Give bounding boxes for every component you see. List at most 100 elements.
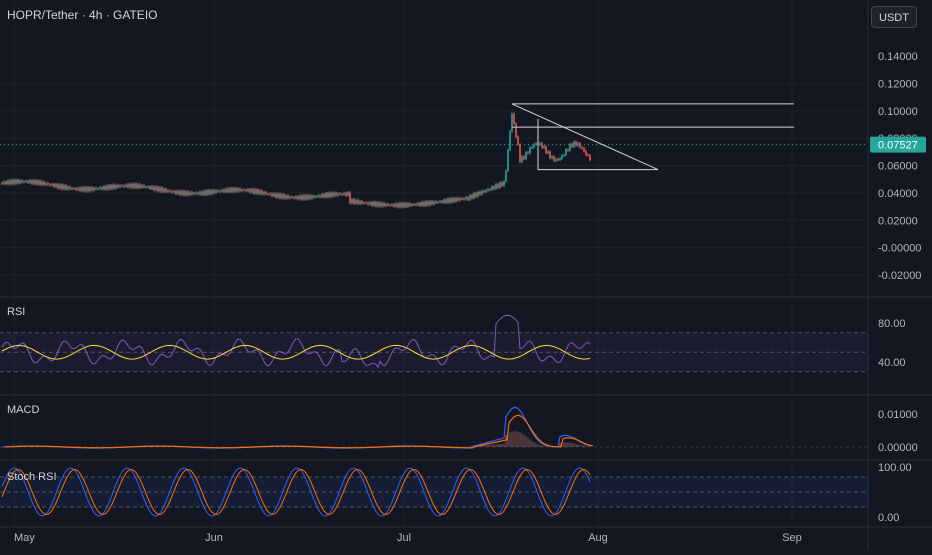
- candle-body: [233, 187, 235, 192]
- candle-body: [451, 198, 453, 203]
- candle-body: [413, 204, 415, 206]
- candle-body: [303, 195, 305, 200]
- chart-canvas[interactable]: MayJunJulAugSep0.140000.120000.100000.08…: [0, 0, 932, 550]
- candle-body: [477, 191, 479, 197]
- candle-body: [39, 180, 41, 185]
- candle-body: [429, 201, 431, 206]
- candle-body: [333, 192, 335, 197]
- candle-body: [167, 190, 169, 192]
- candle-body: [21, 180, 23, 183]
- candle-body: [513, 113, 515, 124]
- candle-body: [417, 203, 419, 206]
- candle-body: [391, 204, 393, 206]
- candle-body: [63, 185, 65, 190]
- candle-body: [267, 193, 269, 195]
- candle-body: [545, 146, 547, 153]
- candle-body: [425, 201, 427, 206]
- candle-body: [53, 184, 55, 187]
- price-axis-label: 0.10000: [878, 106, 918, 118]
- candle-body: [87, 187, 89, 192]
- candle-body: [533, 144, 535, 148]
- price-axis-label: 0.04000: [878, 188, 918, 200]
- candle-body: [245, 189, 247, 192]
- candle-body: [509, 131, 511, 150]
- candle-body: [443, 199, 445, 203]
- candle-body: [385, 204, 387, 207]
- candle-body: [129, 183, 131, 188]
- candle-body: [467, 197, 469, 200]
- candle-body: [109, 185, 111, 190]
- candle-body: [359, 201, 361, 204]
- candle-body: [119, 185, 121, 188]
- candle-body: [127, 184, 129, 188]
- candle-body: [115, 185, 117, 189]
- candle-body: [317, 195, 319, 197]
- candle-body: [447, 198, 449, 203]
- candle-body: [565, 149, 567, 156]
- candle-body: [369, 202, 371, 205]
- candle-body: [347, 192, 349, 196]
- candle-body: [37, 180, 39, 185]
- candle-body: [353, 199, 355, 204]
- time-axis-label: Jul: [397, 532, 411, 544]
- candle-body: [169, 190, 171, 192]
- candle-body: [375, 202, 377, 207]
- candle-body: [393, 204, 395, 207]
- candle-body: [125, 184, 127, 187]
- candle-body: [307, 195, 309, 200]
- candle-body: [209, 190, 211, 194]
- candle-body: [3, 181, 5, 184]
- currency-button[interactable]: USDT: [871, 6, 917, 28]
- candle-body: [341, 194, 343, 196]
- candle-body: [219, 191, 221, 193]
- candle-body: [415, 204, 417, 206]
- triangle-descending-side[interactable]: [511, 103, 659, 171]
- candle-body: [495, 184, 497, 189]
- candle-body: [231, 188, 233, 192]
- candle-body: [79, 187, 81, 191]
- candle-body: [213, 190, 215, 193]
- candle-body: [563, 155, 565, 157]
- candle-body: [511, 113, 513, 132]
- candle-body: [157, 186, 159, 192]
- candle-body: [25, 181, 27, 183]
- candle-body: [299, 195, 301, 200]
- stoch-axis-label: 0.00: [878, 512, 899, 524]
- candle-body: [7, 180, 9, 185]
- candle-body: [259, 190, 261, 194]
- candle-body: [49, 184, 51, 186]
- candle-body: [145, 187, 147, 189]
- candle-body: [275, 193, 277, 198]
- candle-body: [401, 203, 403, 208]
- candle-body: [475, 193, 477, 197]
- candle-body: [469, 195, 471, 200]
- candle-body: [287, 195, 289, 199]
- candle-body: [147, 186, 149, 188]
- candle-body: [419, 203, 421, 206]
- candle-body: [395, 203, 397, 207]
- candle-body: [549, 151, 551, 159]
- candle-body: [35, 180, 37, 185]
- candle-body: [29, 180, 31, 183]
- candle-body: [117, 185, 119, 188]
- candle-body: [271, 193, 273, 196]
- macd-label: MACD: [7, 404, 40, 416]
- candle-body: [71, 188, 73, 190]
- candle-body: [335, 192, 337, 196]
- candle-body: [585, 151, 587, 155]
- symbol-title[interactable]: HOPR/Tether · 4h · GATEIO: [7, 8, 157, 22]
- candle-body: [559, 158, 561, 160]
- candle-body: [51, 184, 53, 186]
- candle-body: [293, 197, 295, 199]
- chart-area[interactable]: MayJunJulAugSep0.140000.120000.100000.08…: [0, 0, 932, 550]
- candle-body: [473, 193, 475, 199]
- candle-body: [373, 202, 375, 206]
- candle-body: [269, 193, 271, 195]
- candle-body: [67, 186, 69, 190]
- candle-body: [181, 190, 183, 195]
- candle-body: [581, 147, 583, 149]
- candle-body: [441, 201, 443, 203]
- candle-body: [311, 195, 313, 199]
- candle-body: [339, 193, 341, 195]
- candle-body: [285, 195, 287, 199]
